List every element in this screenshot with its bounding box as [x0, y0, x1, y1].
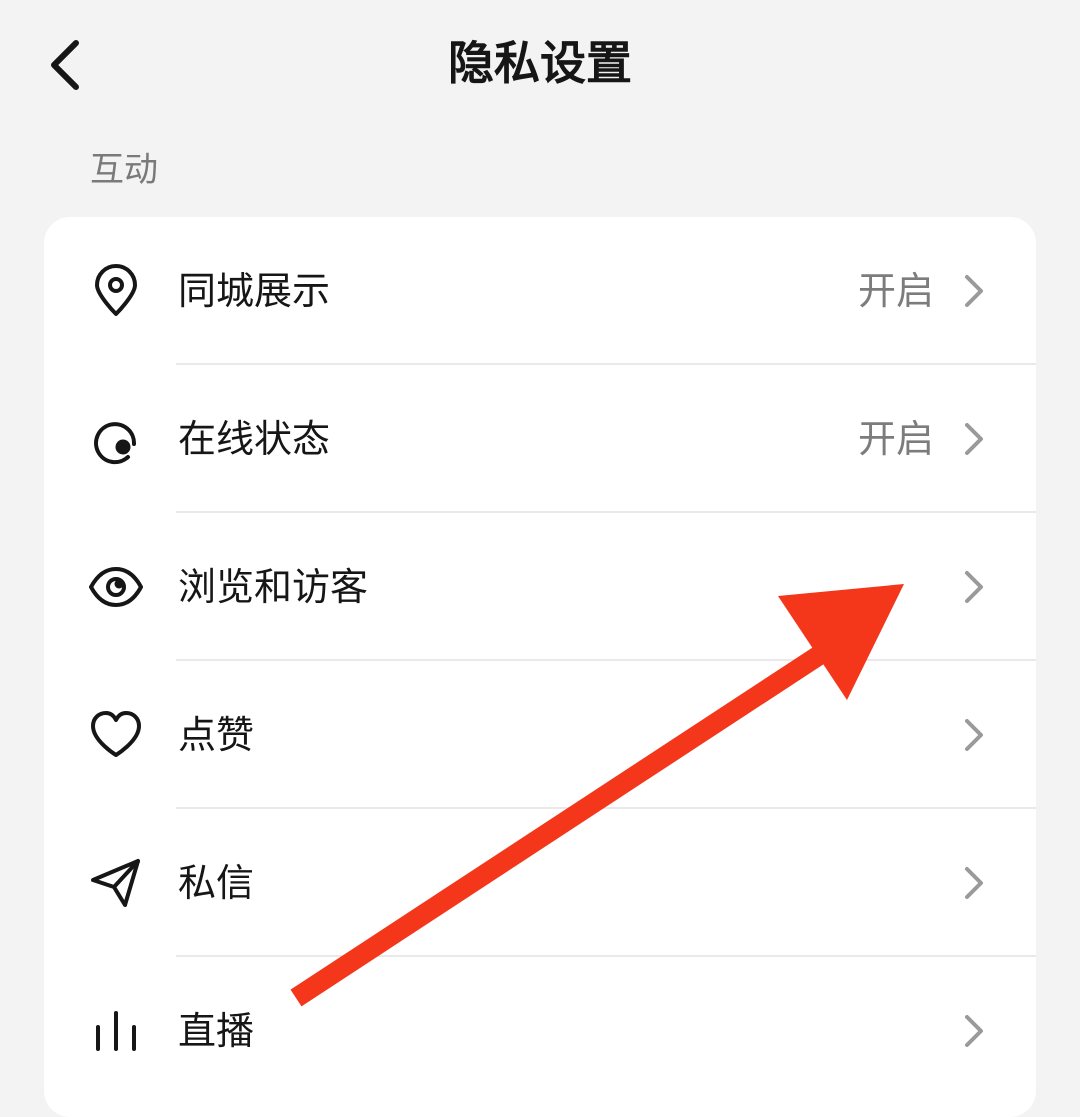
setting-value: 开启: [857, 417, 934, 461]
setting-label: 在线状态: [178, 417, 331, 461]
section-label: 互动: [90, 150, 158, 190]
heart-icon: [88, 707, 144, 763]
chevron-right-icon: [965, 1015, 983, 1047]
live-bars-icon: [88, 1003, 144, 1059]
setting-value: 开启: [857, 269, 934, 313]
setting-row-live[interactable]: 直播: [44, 957, 1036, 1105]
chevron-right-icon: [965, 423, 983, 455]
setting-row-local-display[interactable]: 同城展示 开启: [44, 217, 1036, 365]
setting-label: 点赞: [178, 713, 255, 757]
setting-row-online-status[interactable]: 在线状态 开启: [44, 365, 1036, 513]
chevron-right-icon: [965, 571, 983, 603]
setting-label: 直播: [178, 1009, 255, 1053]
setting-label: 浏览和访客: [178, 565, 369, 609]
chevron-right-icon: [965, 867, 983, 899]
chevron-right-icon: [965, 719, 983, 751]
setting-label: 同城展示: [178, 269, 331, 313]
header-bar: 隐私设置: [0, 0, 1080, 128]
eye-icon: [88, 559, 144, 615]
setting-row-views-visitors[interactable]: 浏览和访客: [44, 513, 1036, 661]
online-status-icon: [88, 411, 144, 467]
page-title: 隐私设置: [448, 36, 632, 90]
settings-card: 同城展示 开启 在线状态 开启 浏览和访客 点赞 私信 直播: [44, 217, 1036, 1117]
setting-label: 私信: [178, 861, 255, 905]
location-pin-icon: [88, 263, 144, 319]
chevron-right-icon: [965, 275, 983, 307]
setting-row-direct-messages[interactable]: 私信: [44, 809, 1036, 957]
paper-plane-icon: [88, 855, 144, 911]
setting-row-likes[interactable]: 点赞: [44, 661, 1036, 809]
